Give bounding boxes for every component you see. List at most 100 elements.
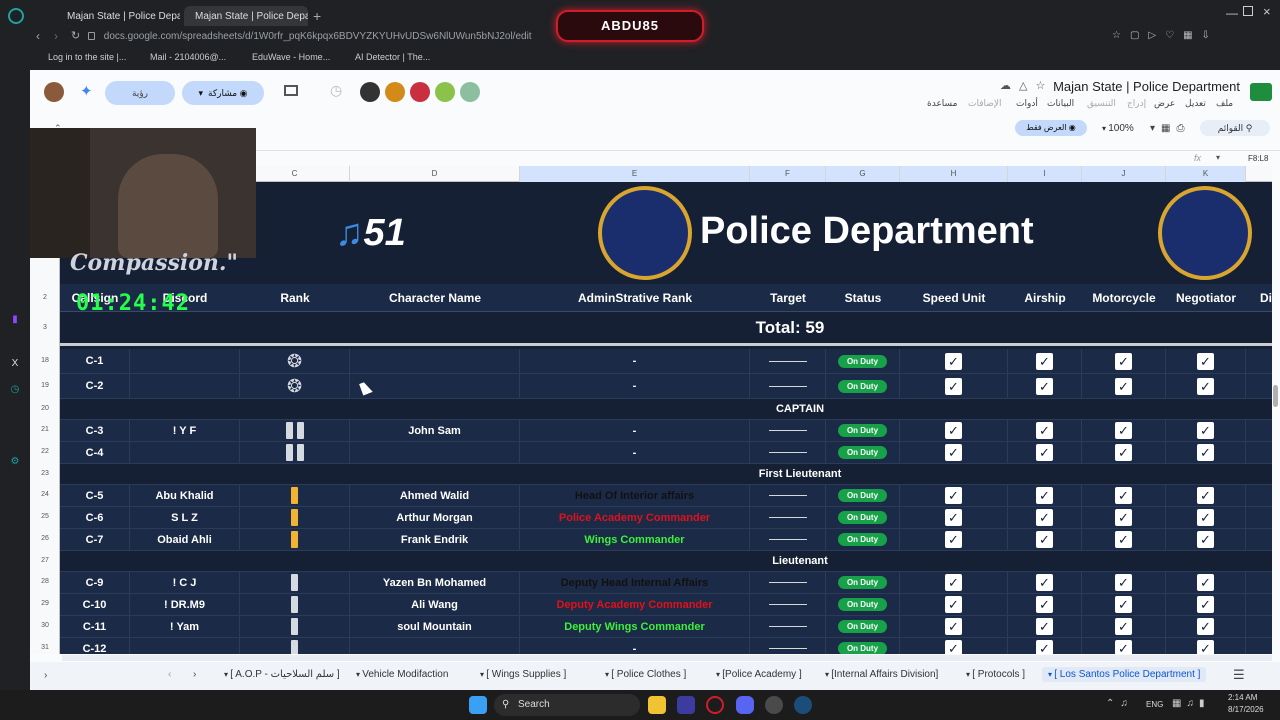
title-icons[interactable]: ☁△☆ (1000, 79, 1053, 92)
checkbox-speed-unit[interactable]: ✓ (945, 531, 962, 548)
checkbox-airship[interactable]: ✓ (1036, 444, 1053, 461)
sheet-tab[interactable]: ▾ [ Wings Supplies ] (480, 669, 566, 680)
row-header[interactable]: 18 (30, 357, 60, 364)
status-badge[interactable]: On Duty (837, 379, 888, 393)
scroll-tabs-left-icon[interactable]: ‹ (168, 669, 171, 680)
checkbox-negotiator[interactable]: ✓ (1197, 531, 1214, 548)
language-indicator[interactable]: ENG (1146, 700, 1163, 709)
browser-tab-1[interactable]: Majan State | Police Depar (56, 6, 180, 26)
row-header[interactable]: 23 (30, 470, 60, 477)
checkbox-motorcycle[interactable]: ✓ (1115, 509, 1132, 526)
row-header[interactable]: 22 (30, 448, 60, 455)
history-icon[interactable]: ◷ (330, 82, 342, 99)
checkbox-airship[interactable]: ✓ (1036, 531, 1053, 548)
checkbox-motorcycle[interactable]: ✓ (1115, 352, 1132, 370)
bookmark-1[interactable]: Log in to the site |... (48, 52, 126, 62)
column-header-j[interactable]: J (1082, 166, 1166, 182)
toolbar-icons[interactable]: ▾▦⎙ (1150, 123, 1190, 134)
checkbox-negotiator[interactable]: ✓ (1197, 444, 1214, 461)
checkbox-speed-unit[interactable]: ✓ (945, 574, 962, 591)
share-button[interactable]: ▾ مشاركة ◉ (182, 81, 264, 105)
user-avatar[interactable] (44, 82, 64, 102)
forward-icon[interactable]: › (54, 29, 58, 43)
view-only-chip[interactable]: العرض فقط ◉ (1015, 120, 1087, 136)
row-header[interactable]: 29 (30, 600, 60, 607)
checkbox-airship[interactable]: ✓ (1036, 422, 1053, 439)
checkbox-negotiator[interactable]: ✓ (1197, 352, 1214, 370)
checkbox-speed-unit[interactable]: ✓ (945, 487, 962, 504)
checkbox-motorcycle[interactable]: ✓ (1115, 531, 1132, 548)
sidebar-twitch-icon[interactable]: ▮ (9, 314, 21, 326)
column-header-e[interactable]: E (520, 166, 750, 182)
status-badge[interactable]: On Duty (837, 598, 888, 611)
checkbox-speed-unit[interactable]: ✓ (945, 618, 962, 635)
sheet-tab[interactable]: ▾ [ Los Santos Police Department ] (1042, 667, 1207, 682)
collaborator-avatar-3[interactable] (410, 82, 430, 102)
checkbox-speed-unit[interactable]: ✓ (945, 377, 962, 395)
present-icon[interactable] (284, 85, 298, 96)
row-header[interactable]: 25 (30, 513, 60, 520)
sheet-tab[interactable]: ▾ [ Police Clothes ] (605, 669, 686, 680)
checkbox-negotiator[interactable]: ✓ (1197, 596, 1214, 613)
browser-tab-2[interactable]: Majan State | Police Depar (184, 6, 308, 26)
sidebar-x-icon[interactable]: X (9, 358, 21, 370)
row-header[interactable]: 21 (30, 426, 60, 433)
sidebar-clock-icon[interactable]: ◷ (9, 384, 21, 396)
status-badge[interactable]: On Duty (837, 354, 888, 368)
checkbox-negotiator[interactable]: ✓ (1197, 618, 1214, 635)
taskbar-search[interactable]: ⚲ Search (494, 694, 640, 716)
bookmark-2[interactable]: Mail - 2104006@... (150, 52, 226, 62)
chevron-down-icon[interactable]: ▾ (1216, 153, 1220, 162)
reload-icon[interactable]: ↻ (71, 29, 80, 42)
row-header[interactable]: 24 (30, 491, 60, 498)
menu-file[interactable]: ملف (1216, 98, 1233, 109)
row-header[interactable]: 26 (30, 535, 60, 542)
menu-format[interactable]: التنسيق (1087, 98, 1116, 109)
new-tab-icon[interactable]: + (313, 8, 321, 24)
clock-time[interactable]: 2:14 AM (1228, 693, 1257, 702)
status-badge[interactable]: On Duty (837, 642, 888, 654)
bookmark-3[interactable]: EduWave - Home... (252, 52, 330, 62)
window-maximize-icon[interactable] (1243, 6, 1253, 16)
browser-logo-icon[interactable] (8, 8, 24, 24)
steam-icon[interactable] (794, 696, 812, 714)
windows-start-icon[interactable] (469, 696, 487, 714)
row-header[interactable]: 20 (30, 405, 60, 412)
row-header[interactable]: 27 (30, 557, 60, 564)
checkbox-speed-unit[interactable]: ✓ (945, 352, 962, 370)
column-header-k[interactable]: K (1166, 166, 1246, 182)
checkbox-airship[interactable]: ✓ (1036, 509, 1053, 526)
file-explorer-icon[interactable] (648, 696, 666, 714)
checkbox-airship[interactable]: ✓ (1036, 574, 1053, 591)
opera-browser-icon[interactable] (706, 696, 724, 714)
checkbox-motorcycle[interactable]: ✓ (1115, 618, 1132, 635)
bookmark-4[interactable]: AI Detector | The... (355, 52, 430, 62)
vertical-scrollbar[interactable] (1273, 385, 1278, 407)
window-close-icon[interactable]: × (1263, 4, 1271, 19)
scroll-tabs-right-icon[interactable]: › (193, 669, 196, 680)
window-minimize-icon[interactable]: — (1226, 6, 1238, 20)
browser-extensions-icon[interactable]: ☆▢▷♡▦⇩ (1112, 30, 1262, 42)
row-header[interactable]: 19 (30, 382, 60, 389)
discord-icon[interactable] (736, 696, 754, 714)
settings-app-icon[interactable] (765, 696, 783, 714)
menu-help[interactable]: مساعدة (927, 98, 957, 109)
column-header-g[interactable]: G (826, 166, 900, 182)
menu-edit[interactable]: تعديل (1185, 98, 1206, 109)
menu-view[interactable]: عرض (1154, 98, 1175, 109)
checkbox-negotiator[interactable]: ✓ (1197, 640, 1214, 654)
status-badge[interactable]: On Duty (837, 576, 888, 589)
sheet-tab[interactable]: ▾ [ Protocols ] (966, 669, 1025, 680)
checkbox-motorcycle[interactable]: ✓ (1115, 487, 1132, 504)
tray-status-icons[interactable]: ▦♫▮ (1172, 698, 1209, 709)
gemini-icon[interactable]: ✦ (80, 82, 93, 100)
column-header-c[interactable]: C (240, 166, 350, 182)
collaborator-avatar-2[interactable] (385, 82, 405, 102)
checkbox-motorcycle[interactable]: ✓ (1115, 377, 1132, 395)
menu-tools[interactable]: أدوات (1016, 98, 1038, 109)
status-badge[interactable]: On Duty (837, 489, 888, 502)
checkbox-negotiator[interactable]: ✓ (1197, 377, 1214, 395)
status-badge[interactable]: On Duty (837, 424, 888, 437)
sheet-list-menu-icon[interactable]: ☰ (1233, 667, 1245, 683)
checkbox-negotiator[interactable]: ✓ (1197, 509, 1214, 526)
